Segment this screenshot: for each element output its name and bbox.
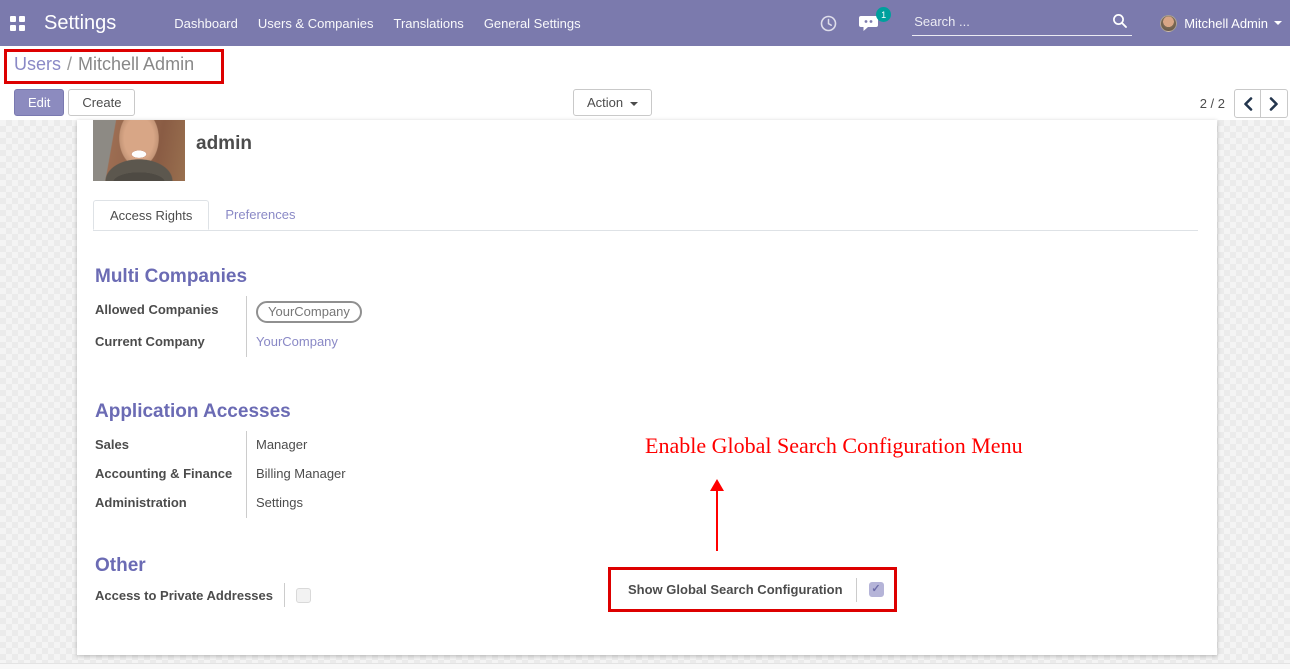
user-menu-name: Mitchell Admin [1184,16,1268,31]
user-photo [93,120,185,181]
breadcrumb: Users / Mitchell Admin [14,54,194,75]
breadcrumb-current: Mitchell Admin [78,54,194,74]
search-input[interactable] [912,10,1132,36]
control-panel: Users/Mitchell Admin Edit Create Action … [0,46,1290,120]
record-name: admin [196,133,252,155]
company-tag[interactable]: YourCompany [256,301,362,323]
chevron-right-icon [1269,97,1279,111]
show-global-search-config-checkbox[interactable]: ✓ [869,582,884,597]
pager-previous-button[interactable] [1234,89,1261,118]
field-separator [284,583,285,607]
create-button[interactable]: Create [68,89,135,116]
action-dropdown-button[interactable]: Action [573,89,652,116]
field-label: Accounting & Finance [95,460,247,489]
pager-value: 2 / 2 [1200,96,1225,111]
field-label: Access to Private Addresses [95,588,273,603]
breadcrumb-users-link[interactable]: Users [14,54,61,74]
field-label: Sales [95,431,247,460]
annotation-callout-text: Enable Global Search Configuration Menu [645,433,1023,459]
search-icon[interactable] [1112,13,1128,29]
field-value: Settings [247,489,635,518]
bottom-strip [0,663,1290,669]
form-buttons: Edit Create [14,89,135,116]
group-title-other: Other [95,555,146,577]
group-title-application-accesses: Application Accesses [95,401,291,423]
form-sheet: admin Access Rights Preferences Multi Co… [77,120,1217,655]
content-area: admin Access Rights Preferences Multi Co… [0,120,1290,669]
field-label: Show Global Search Configuration [628,582,843,597]
chevron-down-icon [1274,21,1282,25]
field-value: YourCompany [247,296,635,328]
top-menu: Dashboard Users & Companies Translations… [164,0,590,46]
pager-next-button[interactable] [1261,89,1288,118]
current-company-link[interactable]: YourCompany [256,333,338,352]
field-value: Billing Manager [247,460,635,489]
apps-menu-button[interactable] [0,0,34,46]
top-navbar: Settings Dashboard Users & Companies Tra… [0,0,1290,46]
activities-button[interactable] [820,15,837,32]
check-icon: ✓ [871,584,880,595]
message-count-badge: 1 [876,7,891,22]
global-search-config-field-highlight: Show Global Search Configuration ✓ [608,567,897,612]
user-menu[interactable]: Mitchell Admin [1160,15,1282,32]
caret-down-icon [630,102,638,106]
breadcrumb-separator: / [67,54,72,74]
notebook-tabs: Access Rights Preferences [93,200,1198,231]
odoo-settings-user-page: Settings Dashboard Users & Companies Tra… [0,0,1290,669]
menu-item-users-companies[interactable]: Users & Companies [248,0,384,46]
menu-item-general-settings[interactable]: General Settings [474,0,591,46]
tab-access-rights[interactable]: Access Rights [93,200,209,230]
tab-preferences[interactable]: Preferences [209,200,311,230]
group-other: Access to Private Addresses ✓ [95,583,311,607]
field-value: Manager [247,431,635,460]
navbar-systray: 1 Mitchell Admin [820,0,1290,46]
chevron-left-icon [1243,97,1253,111]
messages-button[interactable]: 1 [859,14,880,32]
annotation-arrow-line [716,490,718,551]
menu-item-translations[interactable]: Translations [383,0,473,46]
field-label: Administration [95,489,247,518]
group-multi-companies: Allowed Companies YourCompany Current Co… [95,296,635,357]
global-search [912,10,1132,36]
menu-item-dashboard[interactable]: Dashboard [164,0,248,46]
field-separator [856,578,857,602]
field-label: Allowed Companies [95,296,247,328]
user-avatar [1160,15,1177,32]
app-title[interactable]: Settings [44,12,116,35]
field-value: YourCompany [247,328,635,357]
edit-button[interactable]: Edit [14,89,64,116]
clock-icon [820,15,837,32]
pager-buttons [1234,89,1288,118]
action-label: Action [587,95,623,110]
group-title-multi-companies: Multi Companies [95,266,247,288]
record-pager: 2 / 2 [1200,89,1288,118]
field-label: Current Company [95,328,247,357]
private-addresses-checkbox[interactable]: ✓ [296,588,311,603]
apps-grid-icon [10,16,25,31]
group-application-accesses: Sales Manager Accounting & Finance Billi… [95,431,635,518]
